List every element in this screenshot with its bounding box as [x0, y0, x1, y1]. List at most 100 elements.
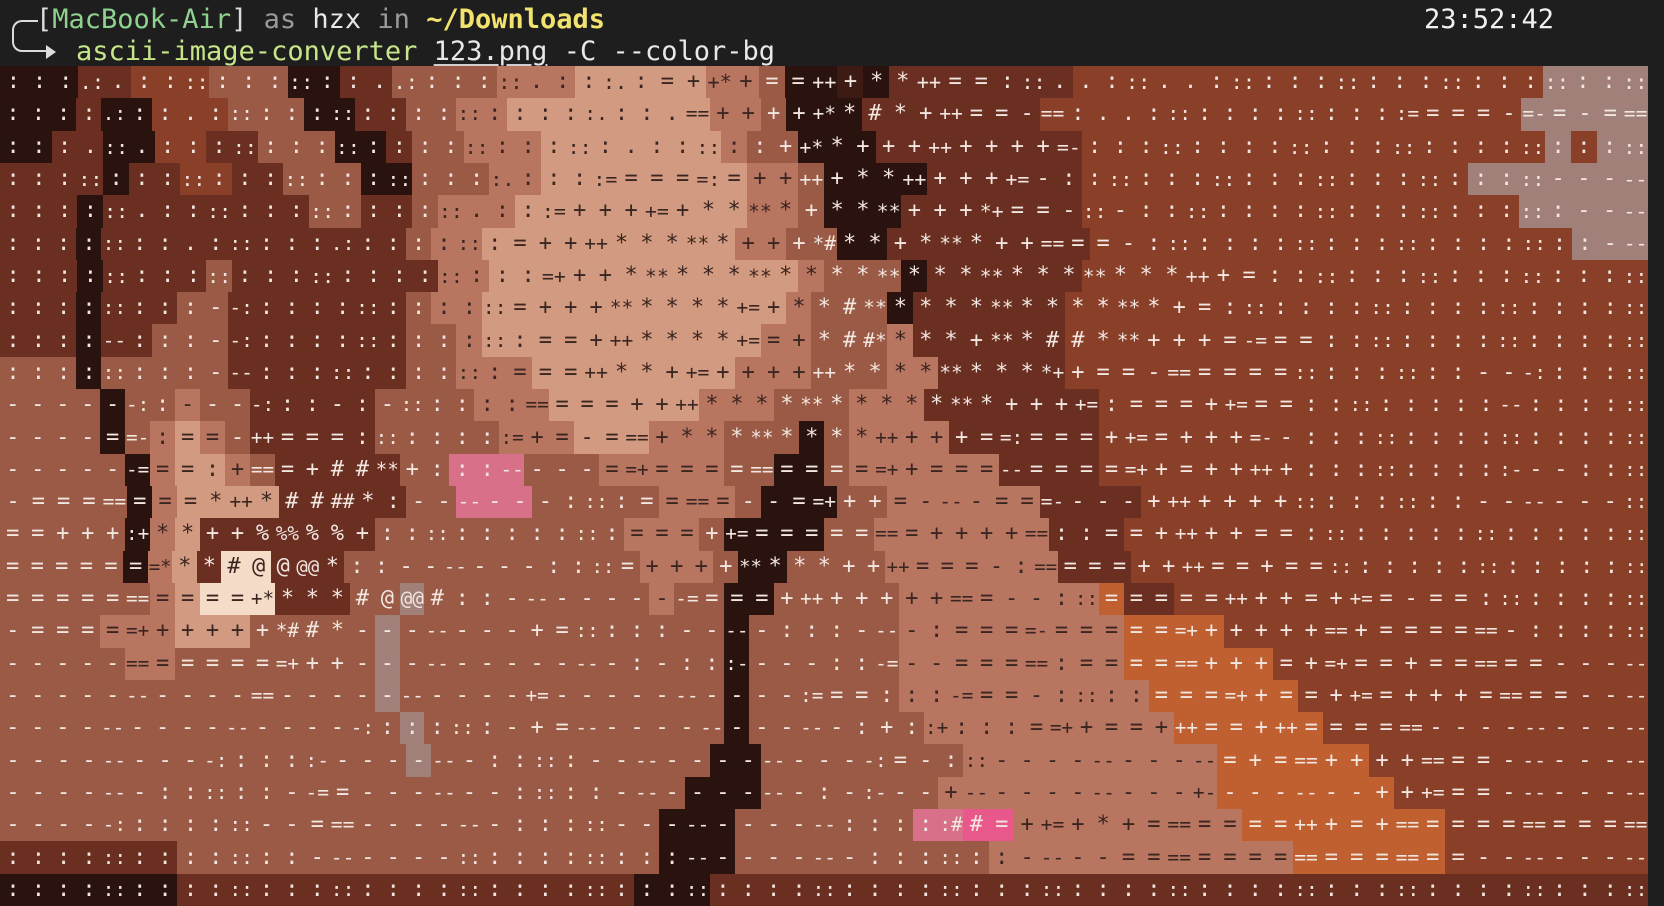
ascii-cell: :	[963, 873, 990, 906]
ascii-cell: ==	[948, 582, 975, 616]
ascii-cell: --	[442, 550, 468, 583]
ascii-cell: :	[449, 582, 476, 616]
ascii-cell: -	[1598, 647, 1624, 680]
ascii-cell: =	[887, 486, 914, 519]
ascii-cell: =	[1298, 712, 1324, 745]
ascii-cell: ==	[249, 679, 276, 713]
ascii-cell: :	[1267, 292, 1294, 325]
ascii-cell: =	[76, 486, 102, 519]
ascii-cell: -	[74, 453, 101, 486]
ascii-cell: =	[1073, 647, 1100, 680]
ascii-cell: +	[680, 66, 707, 99]
ascii-cell: -	[811, 744, 838, 777]
ascii-cell: ::	[463, 130, 490, 163]
ascii-cell: :	[206, 130, 233, 163]
ascii-cell: --	[1039, 841, 1066, 874]
ascii-cell: ==	[124, 647, 151, 680]
ascii-cell: ::	[424, 518, 451, 551]
ascii-cell: :	[474, 518, 500, 551]
ascii-cell: :	[481, 744, 508, 777]
ascii-cell: :	[541, 550, 567, 583]
ascii-cell: -=	[948, 679, 975, 713]
ascii-cell: =	[1470, 809, 1497, 842]
ascii-cell: .:	[78, 66, 106, 99]
ascii-cell: -	[174, 679, 201, 713]
ascii-cell: :	[154, 259, 181, 293]
ascii-cell: :	[304, 98, 331, 131]
ascii-cell: -	[785, 776, 812, 810]
ascii-cell: :	[329, 324, 356, 357]
ascii-cell: :	[1343, 356, 1370, 390]
ascii-cell: =	[998, 615, 1025, 648]
ascii-cell: =	[649, 518, 675, 551]
ascii-cell: -=	[124, 453, 151, 486]
ascii-cell: :	[360, 195, 387, 228]
ascii-cell: ::	[1229, 66, 1257, 99]
ascii-cell: --	[724, 615, 750, 648]
ascii-cell: *	[1090, 809, 1117, 842]
ascii-cell: :	[912, 841, 939, 874]
ascii-cell: -	[699, 679, 725, 713]
ascii-cell: --	[684, 841, 711, 874]
ascii-cell: =	[1248, 389, 1275, 422]
ascii-cell: :	[304, 356, 331, 390]
ascii-cell: +	[978, 130, 1005, 163]
terminal-window: [MacBook-Air] as hzx in ~/Downloads asci…	[0, 0, 1664, 906]
ascii-cell: +	[669, 195, 696, 228]
ascii-cell: :	[1318, 227, 1345, 260]
command-line[interactable]: ascii-image-converter 123.png -C --color…	[6, 36, 775, 68]
ascii-cell: =	[1242, 356, 1269, 390]
ascii-cell: =	[653, 66, 681, 99]
ascii-cell: =	[1267, 841, 1294, 874]
ascii-cell: -	[76, 776, 102, 810]
ascii-cell: :	[0, 324, 26, 357]
ascii-cell: :	[1133, 162, 1160, 196]
ascii-cell: =	[618, 162, 645, 196]
ascii-cell: *	[787, 550, 813, 583]
ascii-cell: ::	[329, 356, 356, 390]
ascii-cell: :	[608, 841, 635, 874]
ascii-cell: ::	[1313, 195, 1340, 228]
ascii-cell: :	[973, 712, 1000, 745]
ascii-cell: :	[1216, 227, 1243, 260]
ascii-cell: :	[437, 130, 465, 163]
prompt-close-bracket: ]	[231, 4, 248, 35]
ascii-cell: :	[785, 873, 812, 906]
ascii-cell: =+	[1123, 453, 1150, 486]
ascii-cell: ::	[963, 744, 990, 777]
ascii-cell: -	[524, 647, 550, 680]
ascii-cell: =	[574, 389, 600, 422]
ascii-cell: :	[25, 227, 52, 260]
ascii-cell: :	[532, 841, 559, 874]
ascii-cell: ==	[249, 453, 276, 486]
ascii-cell: -	[0, 389, 26, 422]
ascii-cell: =	[1073, 453, 1100, 486]
ascii-cell: :	[26, 66, 53, 99]
ascii-cell: :	[515, 195, 542, 228]
ascii-cell: +	[1166, 292, 1193, 325]
ascii-cell: =	[1369, 841, 1396, 874]
ascii-cell: -	[354, 776, 381, 810]
ascii-cell: :	[1571, 356, 1598, 390]
ascii-cell: -	[374, 647, 401, 680]
ascii-cell: ::	[101, 873, 128, 906]
ascii-cell: :	[152, 873, 179, 906]
ascii-cell: -	[709, 776, 736, 810]
ascii-cell: +	[592, 195, 619, 228]
ascii-cell: +	[688, 550, 714, 583]
ascii-cell: ::	[695, 130, 722, 163]
ascii-cell: :	[912, 809, 939, 842]
ascii-cell: :.	[583, 98, 610, 131]
ascii-cell: ::	[386, 162, 413, 196]
ascii-cell: +	[901, 195, 928, 228]
ascii-cell: :	[633, 841, 660, 874]
ascii-cell: :	[156, 66, 184, 99]
ascii-cell: +	[1223, 647, 1250, 680]
ascii-cell: -	[774, 647, 800, 680]
ascii-cell: ==	[1166, 356, 1193, 390]
ascii-cell: -	[418, 550, 444, 583]
ascii-cell: **	[1115, 292, 1142, 325]
ascii-cell: :	[1360, 66, 1387, 99]
ascii-cell: -	[149, 712, 176, 745]
ascii-cell: +	[912, 98, 939, 131]
